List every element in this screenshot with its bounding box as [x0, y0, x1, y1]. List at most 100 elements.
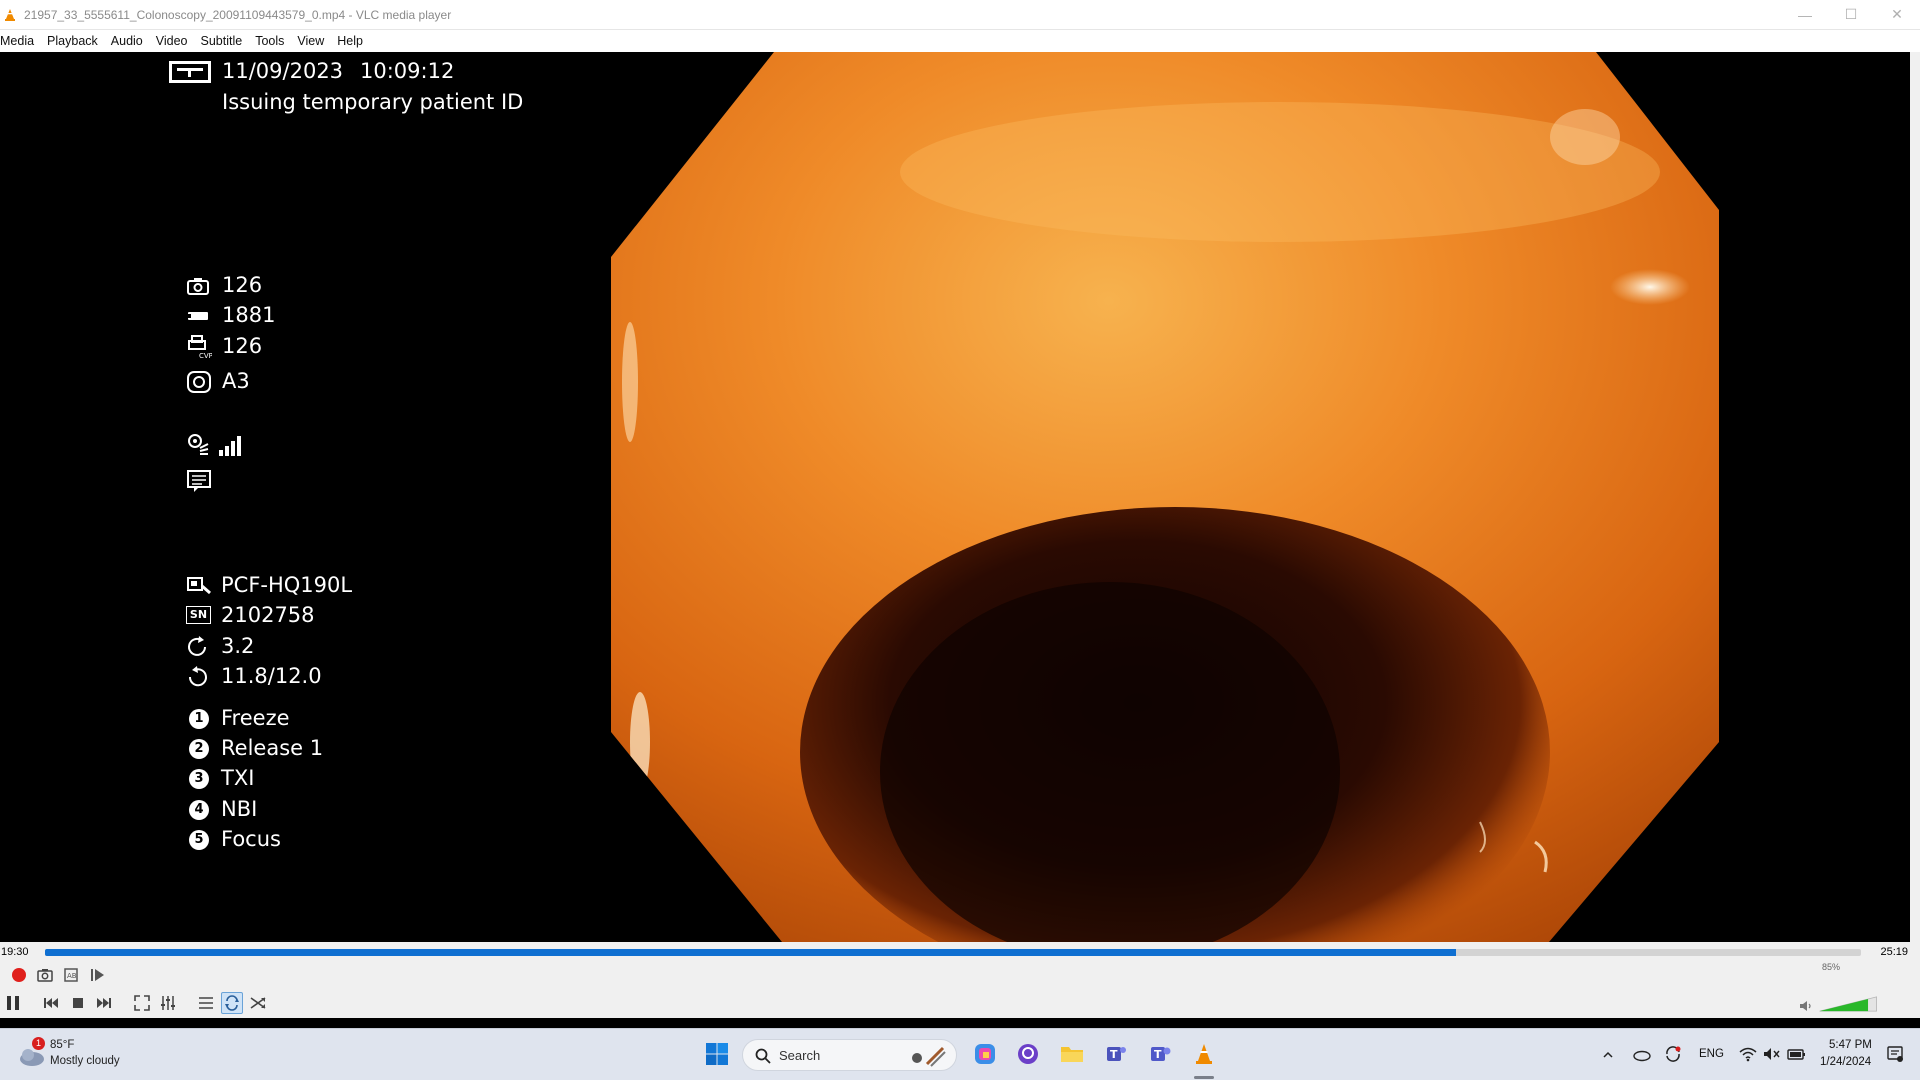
record-button[interactable]: [8, 964, 30, 986]
volume-slider[interactable]: [1818, 994, 1894, 1014]
previous-icon: [44, 998, 58, 1008]
vlc-active-indicator: [1194, 1076, 1214, 1079]
fullscreen-button[interactable]: [131, 992, 153, 1014]
teams-icon: T: [1107, 1047, 1126, 1061]
clock-time[interactable]: 5:47 PM: [1829, 1039, 1872, 1051]
right-edge-strip: [1910, 52, 1920, 1018]
frame-step-icon: [91, 969, 104, 981]
onedrive-icon[interactable]: [1632, 1046, 1652, 1062]
stop-button[interactable]: [67, 992, 89, 1014]
window-title: 21957_33_5555611_Colonoscopy_20091109443…: [24, 7, 452, 22]
exam-date: 11/09/2023: [222, 59, 344, 83]
extended-settings-button[interactable]: [157, 992, 179, 1014]
button-2-badge: 2: [189, 739, 209, 759]
svg-text:AB: AB: [67, 972, 77, 980]
wifi-icon[interactable]: [1739, 1046, 1757, 1062]
taskbar-teams-work[interactable]: T: [1145, 1039, 1175, 1069]
close-button[interactable]: ✕: [1874, 0, 1920, 30]
pause-button[interactable]: [2, 992, 24, 1014]
scope-model-icon: [187, 577, 211, 595]
menu-video[interactable]: Video: [156, 34, 196, 48]
maximize-button[interactable]: ☐: [1828, 0, 1874, 30]
button-3-label: TXI: [221, 766, 255, 790]
comment-icon: [187, 470, 211, 492]
playlist-button[interactable]: [195, 992, 217, 1014]
search-highlight-icon: [912, 1046, 946, 1067]
loop-ab-icon: AB: [64, 968, 78, 982]
seek-row: 19:30 25:19: [0, 942, 1910, 962]
elapsed-time: 19:30: [1, 946, 29, 958]
sync-icon[interactable]: [1664, 1045, 1682, 1063]
scope-model: PCF-HQ190L: [221, 573, 353, 597]
loop-icon: [225, 995, 239, 1011]
snapshot-button[interactable]: [34, 964, 56, 986]
loop-ab-button[interactable]: AB: [60, 964, 82, 986]
equalizer-icon: [161, 996, 175, 1010]
speaker-icon[interactable]: [1798, 998, 1814, 1014]
light-settings-icon: [188, 434, 209, 455]
memory-bar-icon: [188, 312, 208, 320]
pause-icon: [7, 996, 19, 1010]
menu-media[interactable]: Media: [0, 34, 42, 48]
clock-date[interactable]: 1/24/2024: [1820, 1056, 1871, 1068]
button-3-badge: 3: [189, 769, 209, 789]
taskbar: 1 85°F Mostly cloudy Search T T ENG 5:47…: [0, 1028, 1920, 1080]
search-icon: [755, 1048, 771, 1064]
patient-card-icon: [169, 61, 211, 83]
camera-icon: [187, 278, 209, 295]
copilot-icon: [975, 1044, 995, 1064]
button-4-badge: 4: [189, 800, 209, 820]
next-button[interactable]: [93, 992, 115, 1014]
minimize-button[interactable]: —: [1782, 0, 1828, 30]
menu-playback[interactable]: Playback: [47, 34, 106, 48]
taskbar-app-purple[interactable]: [1013, 1039, 1043, 1069]
loop-button[interactable]: [221, 992, 243, 1014]
shuffle-icon: [250, 997, 266, 1009]
serial-number: 2102758: [221, 603, 315, 627]
speaker-muted-icon[interactable]: [1763, 1046, 1781, 1062]
taskbar-teams[interactable]: T: [1101, 1039, 1131, 1069]
total-time: 25:19: [1880, 946, 1908, 958]
vlc-cone-icon: [5, 8, 15, 21]
svg-text:T: T: [1110, 1048, 1118, 1061]
taskbar-copilot[interactable]: [970, 1039, 1000, 1069]
menu-tools[interactable]: Tools: [255, 34, 292, 48]
button-5-badge: 5: [189, 830, 209, 850]
start-button[interactable]: [702, 1039, 732, 1069]
chevron-up-icon[interactable]: [1602, 1049, 1614, 1061]
camera-count: 126: [222, 273, 263, 297]
refresh-ratio-icon: [188, 666, 207, 687]
notification-icon[interactable]: [1886, 1045, 1904, 1063]
menu-bar: Media Playback Audio Video Subtitle Tool…: [0, 30, 1920, 52]
video-area[interactable]: 11/09/2023 10:09:12 Issuing temporary pa…: [0, 52, 1910, 942]
menu-subtitle[interactable]: Subtitle: [201, 34, 251, 48]
svg-text:CVP: CVP: [199, 352, 212, 359]
patient-id-status: Issuing temporary patient ID: [222, 90, 524, 114]
taskbar-vlc[interactable]: [1189, 1039, 1219, 1069]
menu-view[interactable]: View: [297, 34, 332, 48]
previous-button[interactable]: [40, 992, 62, 1014]
frame-step-button[interactable]: [86, 964, 108, 986]
battery-icon[interactable]: [1787, 1046, 1807, 1062]
record-icon: [12, 968, 26, 982]
taskbar-file-explorer[interactable]: [1057, 1039, 1087, 1069]
button-1-label: Freeze: [221, 706, 290, 730]
menu-audio[interactable]: Audio: [111, 34, 151, 48]
button-1-badge: 1: [189, 709, 209, 729]
seek-bar[interactable]: [45, 949, 1861, 956]
fullscreen-icon: [134, 995, 150, 1011]
rotation-icon: [188, 636, 206, 656]
language-indicator[interactable]: ENG: [1699, 1048, 1724, 1060]
folder-icon: [1061, 1047, 1083, 1062]
menu-help[interactable]: Help: [337, 34, 371, 48]
teams-work-icon: T: [1151, 1047, 1171, 1061]
shuffle-button[interactable]: [247, 992, 269, 1014]
weather-temp: 85°F: [50, 1039, 75, 1051]
weather-alert-badge: 1: [32, 1037, 45, 1050]
snapshot-icon: [37, 969, 53, 982]
purple-app-icon: [1018, 1044, 1038, 1064]
exam-time: 10:09:12: [360, 59, 455, 83]
cvp-value: 126: [222, 334, 263, 358]
printer-cvp-icon: CVP: [188, 335, 212, 359]
taskbar-search[interactable]: Search: [742, 1039, 957, 1071]
